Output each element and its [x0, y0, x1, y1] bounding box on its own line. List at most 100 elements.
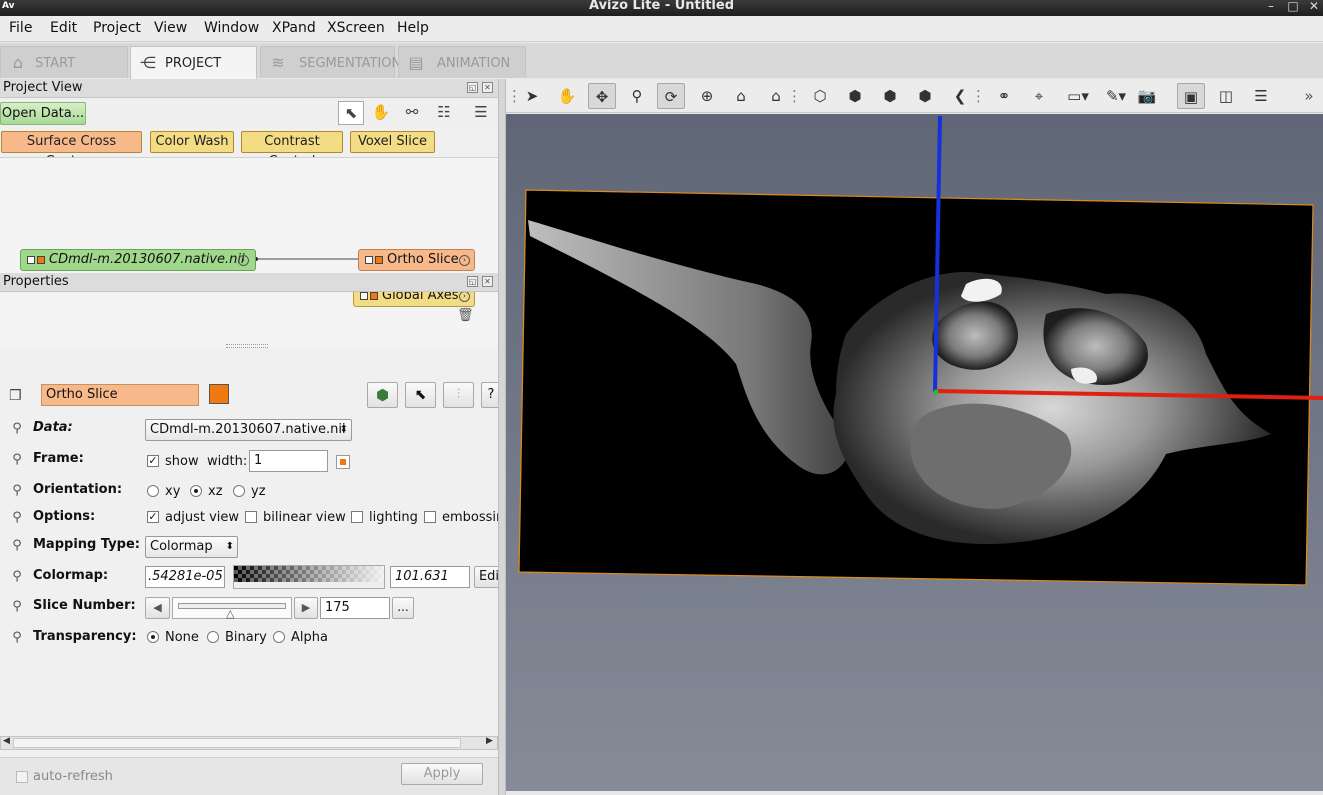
data-node[interactable]: CDmdl-m.20130607.native.nii ›: [20, 249, 256, 271]
orientation-xz-radio[interactable]: [190, 485, 202, 497]
menu-file[interactable]: File: [9, 20, 32, 36]
frame-color-button[interactable]: [336, 455, 350, 469]
pin-icon[interactable]: ⚲: [11, 569, 23, 585]
trash-icon[interactable]: 🗑: [457, 308, 474, 323]
scrollbar-thumb[interactable]: [13, 738, 461, 748]
panel-splitter[interactable]: [498, 79, 506, 795]
frame-width-input[interactable]: 1: [249, 450, 328, 472]
pick-pointer-icon[interactable]: ⬉: [405, 382, 436, 408]
menu-view[interactable]: View: [154, 20, 187, 36]
pin-icon[interactable]: ⚲: [11, 510, 23, 526]
viewer-scene[interactable]: [506, 114, 1323, 791]
snapshot-camera-icon[interactable]: 📷: [1133, 83, 1161, 109]
menu-window[interactable]: Window: [204, 20, 259, 36]
apply-button[interactable]: Apply: [401, 763, 483, 785]
layout-two-rows-icon[interactable]: ☰: [1247, 83, 1275, 109]
colormap-min-input[interactable]: .54281e-05: [145, 566, 225, 588]
toolbar-overflow-icon[interactable]: »: [1302, 83, 1316, 109]
annotation-dropdown-icon[interactable]: ✎▾: [1099, 83, 1133, 109]
seek-target-icon[interactable]: ⊕: [693, 83, 721, 109]
node-menu-icon[interactable]: ›: [459, 291, 470, 302]
open-data-button[interactable]: Open Data...: [0, 102, 86, 125]
menu-edit[interactable]: Edit: [50, 20, 77, 36]
tab-start[interactable]: ⌂ START: [0, 46, 128, 78]
pin-icon[interactable]: ⚲: [11, 599, 23, 615]
close-panel-icon[interactable]: ✕: [482, 82, 493, 93]
layout-two-columns-icon[interactable]: ◫: [1212, 83, 1240, 109]
voxel-slice-button[interactable]: Voxel Slice: [350, 131, 435, 153]
viewer-toggle-icon[interactable]: ⬢: [367, 382, 398, 408]
close-panel-icon[interactable]: ✕: [482, 276, 493, 287]
orientation-xy-radio[interactable]: [147, 485, 159, 497]
colormap-max-input[interactable]: 101.631: [390, 566, 470, 588]
slice-more-button[interactable]: ...: [392, 597, 414, 619]
rotate-90-icon[interactable]: ❮: [946, 83, 974, 109]
color-wash-button[interactable]: Color Wash: [150, 131, 234, 153]
node-visibility-box[interactable]: [27, 256, 35, 264]
pan-hand-icon[interactable]: ✋: [553, 83, 581, 109]
rotate-icon[interactable]: ⟳: [657, 83, 685, 109]
close-window-button[interactable]: ✕: [1306, 0, 1322, 15]
bilinear-view-checkbox[interactable]: [245, 511, 257, 523]
pin-icon[interactable]: ⚲: [11, 452, 23, 468]
slice-prev-icon[interactable]: ◀: [145, 597, 170, 619]
ortho-slice-node[interactable]: Ortho Slice ›: [358, 249, 475, 271]
slice-slider[interactable]: △: [172, 597, 292, 620]
measure-icon[interactable]: ⌖: [1025, 83, 1053, 109]
view-xz-icon[interactable]: ⬢: [876, 83, 904, 109]
data-select[interactable]: CDmdl-m.20130607.native.nii ⬍: [145, 419, 352, 441]
transparency-alpha-radio[interactable]: [273, 631, 285, 643]
view-all-icon[interactable]: ⬡: [806, 83, 834, 109]
slice-slider-thumb[interactable]: △: [226, 607, 234, 620]
pin-icon[interactable]: ⚲: [11, 421, 23, 437]
transparency-binary-radio[interactable]: [207, 631, 219, 643]
set-home-icon[interactable]: ⌂: [762, 83, 790, 109]
tree-view-icon[interactable]: ☷: [431, 101, 457, 125]
node-menu-icon[interactable]: ›: [238, 255, 249, 266]
module-color-swatch[interactable]: [209, 384, 229, 404]
pin-icon[interactable]: ⚲: [11, 630, 23, 646]
colormap-gradient-bar[interactable]: [233, 565, 385, 589]
surface-cross-contour-button[interactable]: Surface Cross Contour: [1, 131, 142, 169]
float-panel-icon[interactable]: ◱: [467, 82, 478, 93]
slice-number-input[interactable]: 175: [320, 597, 390, 619]
dragger-icon[interactable]: ⫶: [443, 382, 474, 408]
scroll-right-icon[interactable]: ▶: [486, 736, 493, 746]
graph-layout-icon[interactable]: ⚯: [399, 101, 425, 125]
select-pointer-icon[interactable]: ⬉: [338, 101, 364, 125]
tab-segmentation[interactable]: ≋ SEGMENTATION: [260, 46, 401, 78]
stereo-glasses-icon[interactable]: ⚭: [990, 83, 1018, 109]
view-yz-icon[interactable]: ⬢: [911, 83, 939, 109]
tab-project[interactable]: ⋲ PROJECT: [130, 46, 257, 79]
pin-icon[interactable]: ⚲: [11, 538, 23, 554]
transparency-none-radio[interactable]: [147, 631, 159, 643]
menu-xpand[interactable]: XPand: [272, 20, 316, 36]
mapping-type-select[interactable]: Colormap ⬍: [145, 536, 238, 558]
float-panel-icon[interactable]: ◱: [467, 276, 478, 287]
menu-xscreen[interactable]: XScreen: [327, 20, 385, 36]
hand-icon[interactable]: ✋: [368, 101, 394, 125]
view-xy-icon[interactable]: ⬢: [841, 83, 869, 109]
menu-project[interactable]: Project: [93, 20, 141, 36]
menu-help[interactable]: Help: [397, 20, 429, 36]
frame-show-checkbox[interactable]: ✓: [147, 455, 159, 467]
translate-icon[interactable]: ✥: [588, 83, 616, 109]
adjust-view-checkbox[interactable]: ✓: [147, 511, 159, 523]
node-menu-icon[interactable]: ›: [459, 255, 470, 266]
auto-refresh-checkbox[interactable]: [16, 771, 28, 783]
maximize-button[interactable]: □: [1285, 0, 1301, 15]
pin-icon[interactable]: ⚲: [11, 483, 23, 499]
interact-pointer-icon[interactable]: ➤: [518, 83, 546, 109]
node-visibility-box[interactable]: [365, 256, 373, 264]
scroll-left-icon[interactable]: ◀: [3, 736, 10, 746]
node-visibility-box[interactable]: [360, 292, 368, 300]
zoom-icon[interactable]: ⚲: [623, 83, 651, 109]
embossing-checkbox[interactable]: [424, 511, 436, 523]
layout-single-icon[interactable]: ▣: [1177, 83, 1205, 109]
lighting-checkbox[interactable]: [351, 511, 363, 523]
3d-viewer[interactable]: ⬉: [506, 114, 1323, 791]
orientation-yz-radio[interactable]: [233, 485, 245, 497]
home-view-icon[interactable]: ⌂: [727, 83, 755, 109]
module-book-icon[interactable]: ❒: [9, 388, 22, 404]
contrast-control-button[interactable]: Contrast Control: [241, 131, 343, 169]
